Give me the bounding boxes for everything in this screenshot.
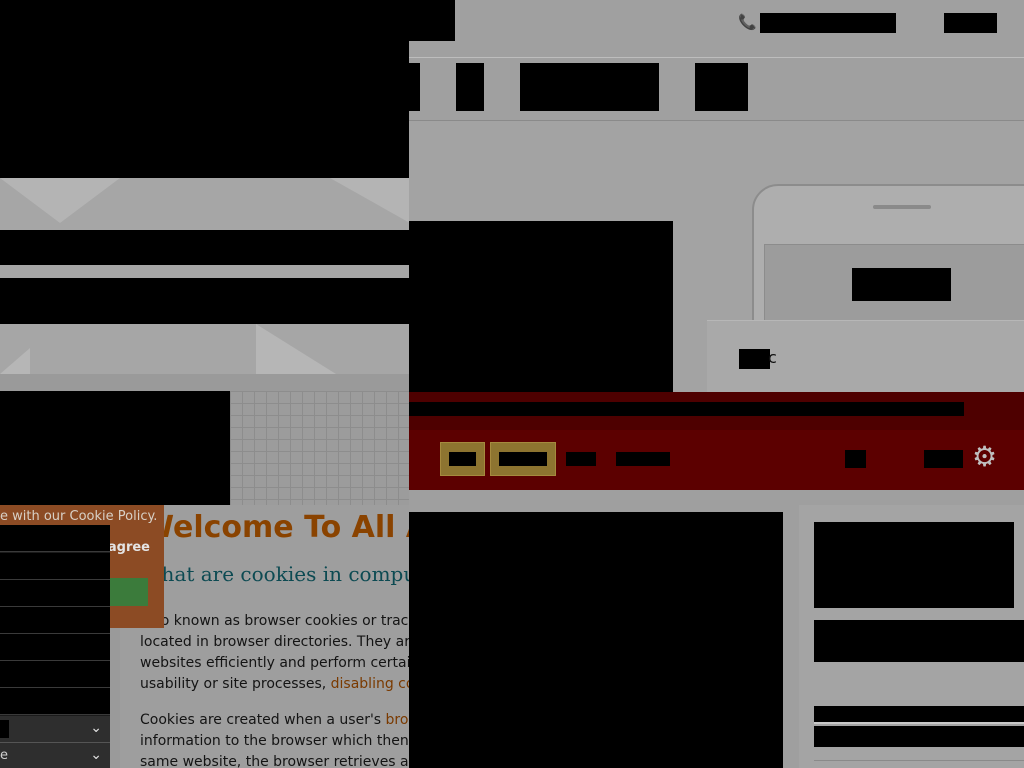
- paragraph-line: Cookies are created when a user's brov: [140, 710, 409, 731]
- gear-icon[interactable]: ⚙: [972, 443, 997, 471]
- list-item[interactable]: [0, 688, 110, 715]
- divider: [814, 722, 1024, 724]
- dropdown-select[interactable]: ⌄: [0, 716, 110, 743]
- nav-item[interactable]: [456, 63, 484, 111]
- nav-button[interactable]: [490, 442, 556, 476]
- chevron-down-icon: ⌄: [90, 720, 102, 736]
- list-item[interactable]: [0, 580, 110, 607]
- cookie-notice-text: e with our Cookie Policy.: [0, 509, 158, 524]
- phone-icon: 📞: [738, 13, 757, 31]
- redacted-button-label: [499, 452, 547, 466]
- nav-item[interactable]: [520, 63, 659, 111]
- list-item[interactable]: [0, 607, 110, 634]
- page-title: Welcome To All A: [141, 510, 409, 545]
- redacted-sidebar-widget: [814, 522, 1014, 608]
- redacted-promo-text: [409, 402, 964, 416]
- phone-speaker: [873, 205, 931, 209]
- redacted-sidebar-widget: [814, 706, 1024, 722]
- list-item[interactable]: [0, 525, 110, 552]
- redacted-header-block: [0, 0, 409, 178]
- redacted-banner-text: [0, 230, 409, 265]
- list-item[interactable]: [0, 553, 110, 580]
- redacted-banner-text: [0, 278, 409, 324]
- paragraph-line: information to the browser which then: [140, 733, 409, 749]
- disabling-cookies-link[interactable]: disabling co: [331, 676, 409, 692]
- redacted-nav-link[interactable]: [616, 452, 670, 466]
- section-heading: What are cookies in compu: [141, 562, 409, 586]
- paragraph-line: websites efficiently and perform certair: [140, 655, 409, 671]
- list-item[interactable]: [0, 661, 110, 688]
- divider: [814, 760, 1024, 761]
- banner-decoration: [0, 178, 120, 223]
- left-menu-list: ⌄ e ⌄: [0, 525, 110, 768]
- banner-decoration: [330, 178, 409, 223]
- redacted-phone-number[interactable]: [760, 13, 896, 33]
- redacted-nav-link[interactable]: [924, 450, 963, 468]
- redacted-nav-link[interactable]: [845, 450, 866, 468]
- dropdown-select[interactable]: e ⌄: [0, 743, 110, 768]
- chevron-down-icon: ⌄: [90, 747, 102, 763]
- redacted-logo[interactable]: [409, 0, 455, 41]
- redacted-button-label: [449, 452, 476, 466]
- nav-item[interactable]: [409, 63, 420, 111]
- nav-button[interactable]: [440, 442, 485, 476]
- redacted-card-text: [739, 349, 770, 369]
- redacted-sidebar-widget: [814, 620, 1024, 662]
- browser-link[interactable]: brov: [386, 712, 409, 728]
- banner-decoration: [0, 348, 30, 374]
- left-banner: [0, 178, 409, 374]
- paragraph-line: same website, the browser retrieves an: [140, 754, 409, 768]
- redacted-select-value: [0, 720, 9, 738]
- redacted-nav-link[interactable]: [566, 452, 596, 466]
- redacted-login-link[interactable]: [944, 13, 997, 33]
- banner-decoration: [256, 324, 336, 374]
- select-value: e: [0, 748, 8, 763]
- paragraph-line: located in browser directories. They are: [140, 634, 409, 650]
- list-item[interactable]: [0, 634, 110, 661]
- redacted-sidebar-widget: [814, 726, 1024, 747]
- agree-button[interactable]: [110, 578, 148, 606]
- top-header: [409, 0, 1024, 58]
- left-panel: Welcome To All A What are cookies in com…: [0, 0, 409, 768]
- redacted-main-content: [409, 512, 783, 768]
- redacted-logo-block: [0, 391, 230, 505]
- redacted-phone-screen-text: [852, 268, 951, 301]
- hero-card-text: c: [768, 348, 777, 367]
- redacted-hero-heading: [409, 221, 673, 392]
- paragraph-line: Also known as browser cookies or trac: [140, 613, 409, 629]
- paragraph-line: usability or site processes, disabling c…: [140, 674, 409, 695]
- nav-item[interactable]: [695, 63, 748, 111]
